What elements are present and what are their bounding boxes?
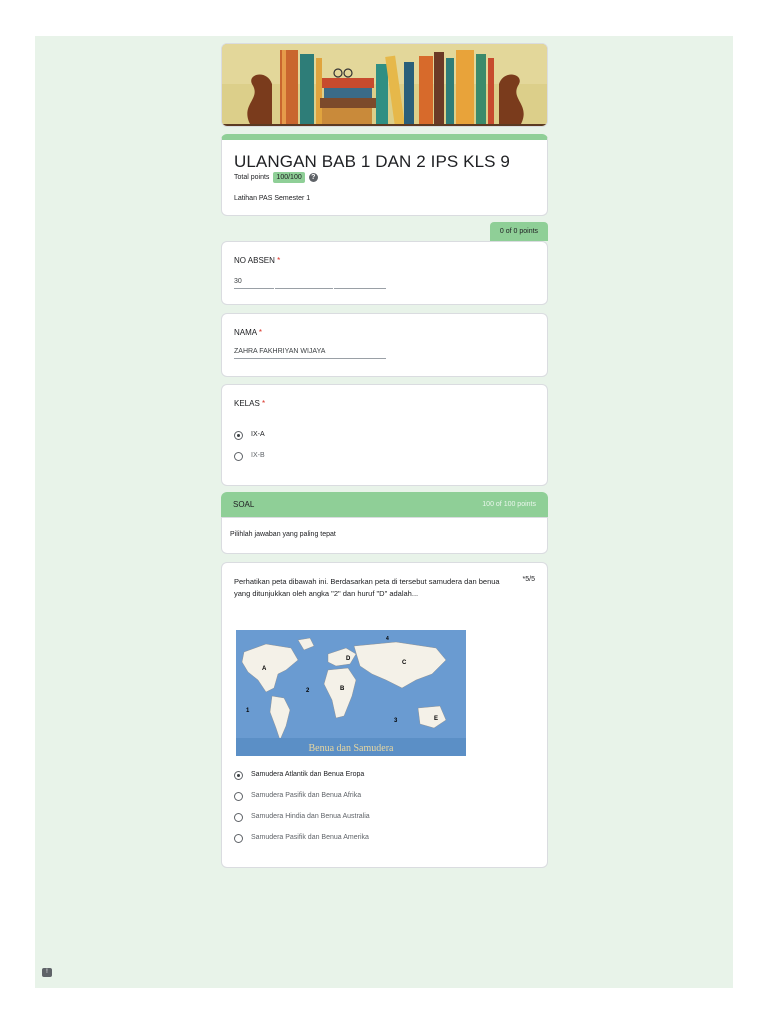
answer-underline — [334, 288, 386, 289]
option-label: Samudera Hindia dan Benua Australia — [251, 813, 370, 820]
world-map-image: Benua dan Samudera 1 2 3 4 A B C D E — [236, 630, 466, 756]
feedback-icon[interactable]: ! — [42, 968, 52, 977]
map-caption: Benua dan Samudera — [309, 743, 395, 754]
answer-underline — [234, 288, 274, 289]
section-title: SOAL — [233, 500, 255, 509]
section-description: Pilihlah jawaban yang paling tepat — [230, 531, 336, 538]
question-label: NO ABSEN * — [234, 256, 280, 265]
section-points-tab: 0 of 0 points — [490, 222, 548, 241]
answer-underline — [275, 288, 333, 289]
form-title-card: ULANGAN BAB 1 DAN 2 IPS KLS 9 Total poin… — [221, 134, 548, 216]
question-card-nama: NAMA * ZAHRA FAKHRIYAN WIJAYA — [221, 313, 548, 377]
question-card-absen: NO ABSEN * 30 — [221, 241, 548, 305]
map-label-d: D — [346, 656, 351, 662]
map-label-b: B — [340, 686, 345, 692]
total-points-row: Total points 100/100 ? — [234, 172, 318, 183]
option-label: Samudera Atlantik dan Benua Eropa — [251, 771, 365, 778]
bookshelf-illustration — [222, 44, 547, 126]
section-points: 100 of 100 points — [482, 501, 536, 508]
radio-ix-a[interactable] — [234, 431, 243, 440]
map-label-e: E — [434, 716, 438, 722]
section-description-card: Pilihlah jawaban yang paling tepat — [221, 517, 548, 554]
required-mark: * — [262, 399, 266, 408]
radio-option-4[interactable] — [234, 834, 243, 843]
total-points-label: Total points — [234, 174, 270, 181]
radio-option-3[interactable] — [234, 813, 243, 822]
option-label: IX-B — [251, 452, 265, 459]
option-label: IX-A — [251, 431, 265, 438]
radio-option-2[interactable] — [234, 792, 243, 801]
question-label-text: NAMA — [234, 328, 257, 337]
map-label-a: A — [262, 666, 267, 672]
section-header: SOAL 100 of 100 points — [221, 492, 548, 517]
question-card-1: Perhatikan peta dibawah ini. Berdasarkan… — [221, 562, 548, 868]
option-label: Samudera Pasifik dan Benua Amerika — [251, 834, 369, 841]
question-score: *5/5 — [522, 576, 535, 583]
question-label-text: KELAS — [234, 399, 260, 408]
answer-text: 30 — [234, 278, 242, 285]
answer-text: ZAHRA FAKHRIYAN WIJAYA — [234, 348, 326, 355]
answer-underline — [234, 358, 334, 359]
radio-option-1[interactable] — [234, 771, 243, 780]
map-label-c: C — [402, 660, 407, 666]
total-points-badge: 100/100 — [273, 172, 305, 183]
question-label: KELAS * — [234, 399, 265, 408]
form-description: Latihan PAS Semester 1 — [234, 195, 311, 202]
form-header-banner — [221, 43, 548, 127]
question-label: NAMA * — [234, 328, 262, 337]
required-mark: * — [258, 328, 263, 337]
answer-underline — [334, 358, 386, 359]
question-text: Perhatikan peta dibawah ini. Berdasarkan… — [234, 577, 500, 598]
question-card-kelas: KELAS * IX-A IX-B — [221, 384, 548, 486]
form-title: ULANGAN BAB 1 DAN 2 IPS KLS 9 — [234, 152, 510, 171]
option-label: Samudera Pasifik dan Benua Afrika — [251, 792, 362, 799]
question-label-text: NO ABSEN — [234, 256, 275, 265]
map-label-4: 4 — [386, 636, 389, 642]
help-icon[interactable]: ? — [308, 173, 318, 182]
radio-ix-b[interactable] — [234, 452, 243, 461]
required-mark: * — [277, 256, 281, 265]
